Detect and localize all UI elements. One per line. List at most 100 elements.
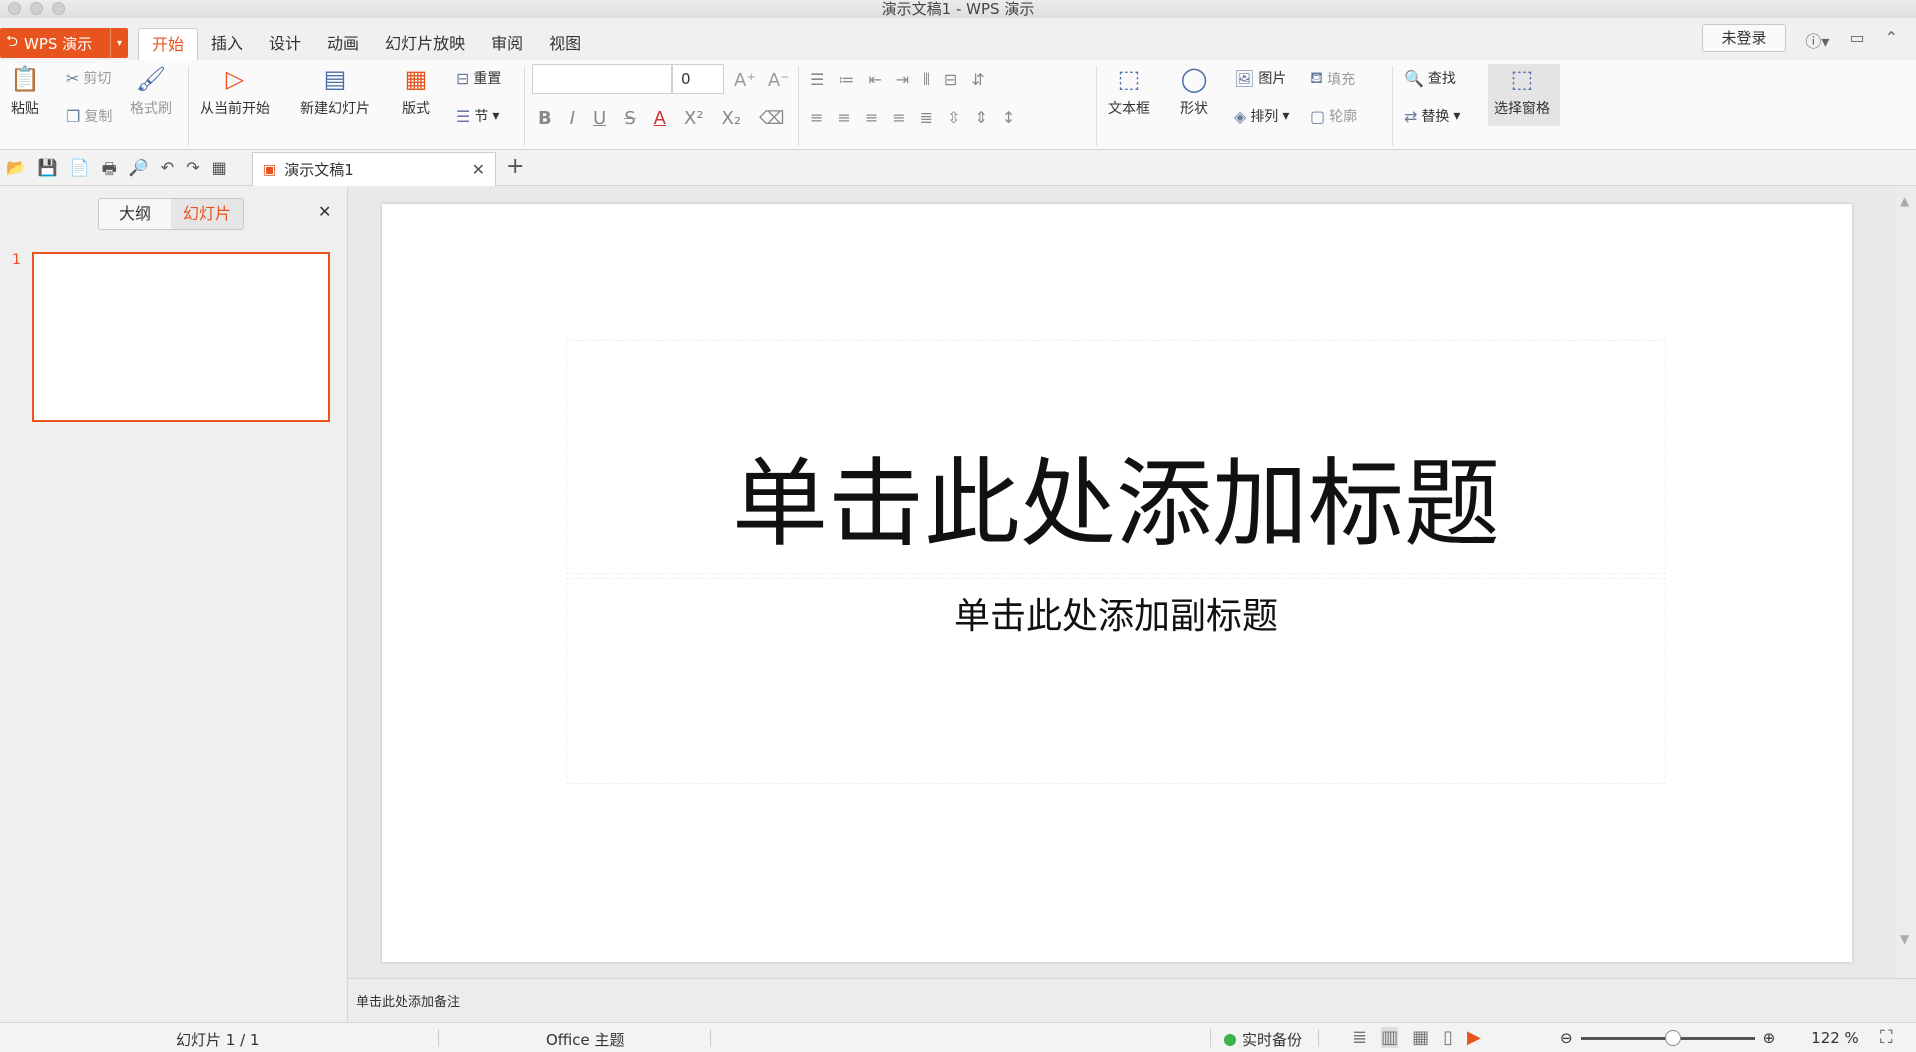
play-from-current-button[interactable]: ▷ 从当前开始 (200, 64, 270, 118)
new-slide-button[interactable]: ▤ 新建幻灯片 (300, 64, 370, 118)
section-button[interactable]: ☰ 节 ▾ (456, 106, 499, 126)
distribute-icon[interactable]: ≣ (920, 108, 933, 127)
feedback-icon[interactable]: ▭ (1849, 28, 1864, 52)
align-left-icon[interactable]: ≡ (810, 108, 823, 127)
reset-button[interactable]: ⊟ 重置 (456, 68, 501, 88)
picture-button[interactable]: 🖼 图片 (1234, 68, 1286, 88)
new-tab-icon[interactable]: + (506, 154, 524, 179)
tab-view[interactable]: 视图 (536, 28, 594, 60)
grid-view-icon[interactable]: ▦ (212, 158, 227, 185)
close-tab-icon[interactable]: ✕ (472, 160, 485, 179)
vertical-scrollbar[interactable]: ▲ ▼ (1896, 186, 1916, 978)
cut-button[interactable]: ✂ 剪切 (66, 68, 111, 88)
zoom-in-icon[interactable]: ⊕ (1763, 1029, 1776, 1047)
notes-pane[interactable]: 单击此处添加备注 (348, 978, 1916, 1022)
shape-button[interactable]: ◯ 形状 (1180, 64, 1208, 118)
close-window-icon[interactable] (8, 2, 21, 15)
login-button[interactable]: 未登录 (1702, 24, 1786, 52)
help-icon[interactable]: ⓘ▾ (1805, 28, 1829, 52)
zoom-level[interactable]: 122 % (1811, 1029, 1859, 1047)
subscript-icon[interactable]: X₂ (722, 108, 742, 129)
window-controls[interactable] (8, 2, 65, 15)
bold-icon[interactable]: B (538, 108, 552, 129)
fit-to-window-icon[interactable]: ⛶ (1880, 1027, 1893, 1048)
columns-icon[interactable]: ⫴ (923, 70, 930, 90)
replace-button[interactable]: ⇄ 替换 ▾ (1404, 106, 1460, 126)
line-spacing-icon[interactable]: ⇳ (947, 108, 960, 127)
slide-sorter-icon[interactable]: ▦ (1412, 1027, 1429, 1048)
numbered-list-icon[interactable]: ≔ (838, 70, 854, 90)
subtitle-placeholder[interactable]: 单击此处添加副标题 (566, 578, 1666, 784)
underline-icon[interactable]: U (593, 108, 606, 129)
scroll-down-icon[interactable]: ▼ (1900, 932, 1909, 946)
font-size-select[interactable]: 0 (672, 64, 724, 94)
tab-slides[interactable]: 幻灯片 (171, 199, 243, 229)
picture-icon: 🖼 (1234, 68, 1255, 88)
tab-design[interactable]: 设计 (256, 28, 314, 60)
superscript-icon[interactable]: X² (684, 108, 704, 129)
paste-button[interactable]: 📋 粘贴 (10, 64, 40, 118)
find-button[interactable]: 🔍 查找 (1404, 68, 1456, 88)
strikethrough-icon[interactable]: S (624, 108, 635, 129)
text-box-button[interactable]: ⬚ 文本框 (1108, 64, 1150, 118)
increase-indent-icon[interactable]: ⇥ (896, 70, 909, 90)
notes-view-icon[interactable]: ≣ (1352, 1027, 1367, 1048)
reading-view-icon[interactable]: ▯ (1443, 1027, 1453, 1048)
print-icon[interactable]: 🖶 (102, 158, 117, 185)
decrease-indent-icon[interactable]: ⇤ (868, 70, 881, 90)
wps-app-menu-button[interactable]: ⮌ WPS 演示 ▾ (0, 28, 128, 58)
layout-button[interactable]: ▦ 版式 (402, 64, 430, 118)
tab-slideshow[interactable]: 幻灯片放映 (372, 28, 478, 60)
shrink-font-icon[interactable]: A⁻ (768, 70, 790, 91)
backup-status[interactable]: 实时备份 (1224, 1029, 1302, 1050)
play-slideshow-icon[interactable]: ▶ (1467, 1027, 1481, 1048)
undo-icon[interactable]: ↶ (161, 158, 174, 185)
zoom-slider[interactable] (1580, 1029, 1755, 1046)
zoom-window-icon[interactable] (52, 2, 65, 15)
bullet-list-icon[interactable]: ☰ (810, 70, 824, 90)
grow-font-icon[interactable]: A⁺ (734, 70, 756, 91)
title-placeholder[interactable]: 单击此处添加标题 (566, 340, 1666, 574)
slide-canvas[interactable]: 单击此处添加标题 单击此处添加副标题 (382, 204, 1852, 962)
copy-button[interactable]: ❐ 复制 (66, 106, 112, 126)
fill-button[interactable]: ⛾ 填充 (1310, 68, 1355, 89)
font-color-icon[interactable]: A (654, 108, 666, 129)
slide-number: 1 (12, 252, 21, 268)
arrange-button[interactable]: ◈ 排列 ▾ (1234, 106, 1289, 126)
font-family-select[interactable] (532, 64, 672, 94)
tab-outline[interactable]: 大纲 (99, 199, 171, 229)
align-center-icon[interactable]: ≡ (837, 108, 850, 127)
line-height-icon[interactable]: ↕ (1002, 108, 1015, 127)
open-folder-icon[interactable]: 📂 (6, 158, 26, 185)
align-right-icon[interactable]: ≡ (865, 108, 878, 127)
collapse-ribbon-icon[interactable]: ⌃ (1885, 28, 1898, 52)
paragraph-spacing-icon[interactable]: ⇕ (974, 108, 987, 127)
clear-format-icon[interactable]: ⌫ (759, 108, 784, 129)
selection-pane-button[interactable]: ⬚ 选择窗格 (1494, 64, 1550, 118)
scroll-up-icon[interactable]: ▲ (1900, 194, 1909, 208)
italic-icon[interactable]: I (570, 108, 575, 129)
text-align-vertical-icon[interactable]: ⊟ (944, 70, 957, 90)
normal-view-icon[interactable]: ▥ (1381, 1027, 1399, 1048)
slide-thumbnail[interactable] (32, 252, 330, 422)
tab-home[interactable]: 开始 (138, 28, 199, 60)
text-direction-icon[interactable]: ⇵ (971, 70, 984, 90)
tab-insert[interactable]: 插入 (198, 28, 256, 60)
theme-name[interactable]: Office 主题 (546, 1029, 625, 1050)
format-painter-button[interactable]: 🖌 格式刷 (130, 64, 172, 118)
document-tab[interactable]: ▣ 演示文稿1 ✕ (252, 152, 496, 186)
tab-review[interactable]: 审阅 (478, 28, 536, 60)
outline-button[interactable]: ▢ 轮廓 (1310, 106, 1357, 126)
export-pdf-icon[interactable]: 📄 (70, 158, 90, 185)
close-panel-icon[interactable]: ✕ (318, 202, 331, 221)
tab-animation[interactable]: 动画 (314, 28, 372, 60)
shape-icon: ◯ (1180, 65, 1208, 93)
redo-icon[interactable]: ↷ (186, 158, 199, 185)
save-icon[interactable]: 💾 (38, 158, 58, 185)
justify-icon[interactable]: ≡ (892, 108, 905, 127)
minimize-window-icon[interactable] (30, 2, 43, 15)
print-preview-icon[interactable]: 🔎 (129, 158, 149, 185)
zoom-out-icon[interactable]: ⊖ (1560, 1029, 1573, 1047)
zoom-slider-knob[interactable] (1664, 1029, 1681, 1046)
app-menu-dropdown-icon[interactable]: ▾ (110, 28, 128, 58)
